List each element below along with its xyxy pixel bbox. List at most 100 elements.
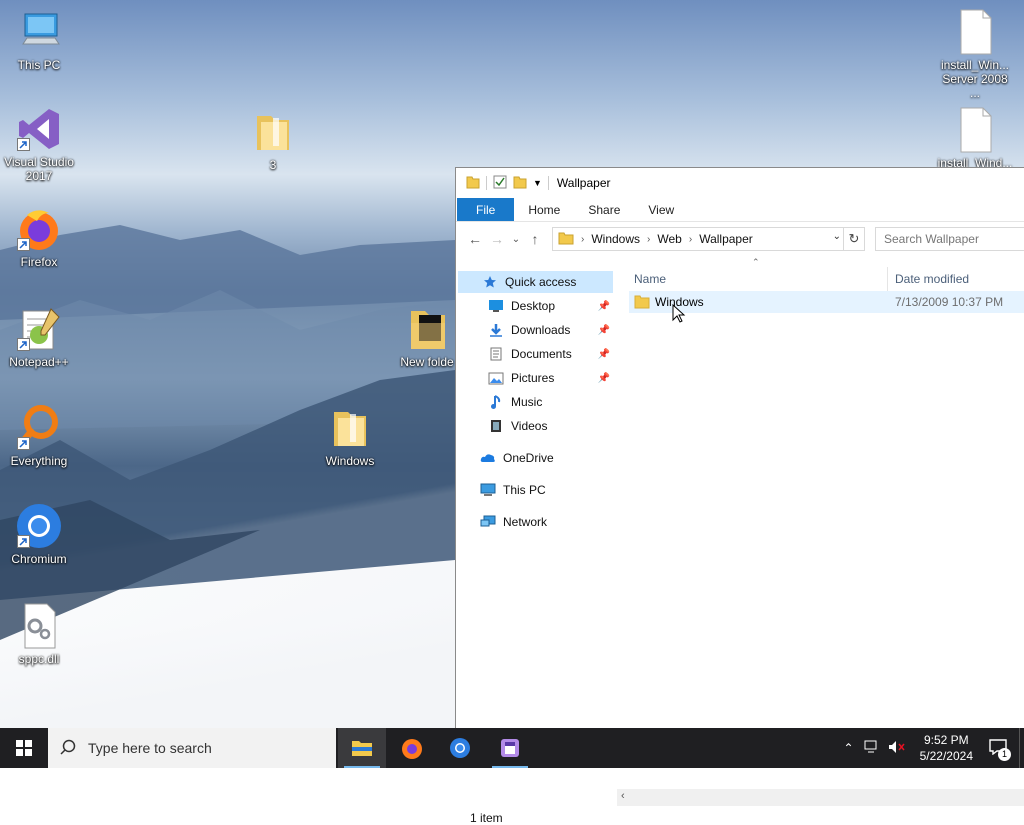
explorer-body: Quick access Desktop 📌 Downloads 📌 Docum… bbox=[456, 257, 1024, 825]
recent-locations-button[interactable]: ⌄ bbox=[508, 228, 524, 250]
app-icon bbox=[501, 739, 519, 757]
column-header-label: Name bbox=[634, 272, 667, 286]
nav-item-documents[interactable]: Documents 📌 bbox=[488, 343, 610, 365]
document-icon bbox=[488, 346, 504, 362]
file-list[interactable]: Name ⌃ Date modified Windows 7/13/2009 1… bbox=[617, 257, 1024, 697]
nav-item-network[interactable]: Network bbox=[480, 511, 610, 533]
desktop-icon-everything[interactable]: Everything bbox=[0, 404, 78, 468]
file-explorer-window[interactable]: ▼ Wallpaper File Home Share View ← → ⌄ ↑… bbox=[455, 167, 1024, 825]
network-icon[interactable] bbox=[864, 740, 880, 757]
breadcrumb-separator-icon: › bbox=[688, 233, 693, 245]
shortcut-arrow-icon bbox=[17, 437, 30, 450]
desktop-icon-label: install_Win... Server 2008 ... bbox=[940, 58, 1010, 100]
speaker-muted-icon[interactable] bbox=[888, 740, 906, 757]
nav-item-onedrive[interactable]: OneDrive bbox=[480, 447, 610, 469]
table-row[interactable]: Windows 7/13/2009 10:37 PM bbox=[629, 291, 1024, 313]
nav-item-pictures[interactable]: Pictures 📌 bbox=[488, 367, 610, 389]
nav-item-quick-access[interactable]: Quick access bbox=[458, 271, 613, 293]
notification-center-button[interactable]: 1 bbox=[989, 738, 1011, 761]
everything-search-icon bbox=[15, 404, 63, 452]
pictures-icon bbox=[488, 370, 504, 386]
folder-icon bbox=[326, 404, 374, 452]
new-folder-icon[interactable] bbox=[513, 175, 527, 192]
pin-icon: 📌 bbox=[597, 300, 610, 312]
tab-home[interactable]: Home bbox=[514, 198, 574, 221]
breadcrumb-item[interactable]: Windows bbox=[591, 232, 640, 246]
desktop-icon-firefox[interactable]: Firefox bbox=[0, 205, 78, 269]
folder-icon bbox=[249, 108, 297, 156]
chevron-down-icon[interactable]: ▼ bbox=[533, 178, 542, 188]
nav-item-label: Documents bbox=[511, 347, 572, 361]
notepadpp-icon bbox=[15, 305, 63, 353]
taskbar-app-firefox[interactable] bbox=[388, 728, 436, 768]
nav-item-downloads[interactable]: Downloads 📌 bbox=[488, 319, 610, 341]
desktop-icon-label: Chromium bbox=[11, 552, 67, 566]
address-bar[interactable]: › Windows › Web › Wallpaper ⌄ bbox=[552, 227, 844, 251]
up-button[interactable]: ↑ bbox=[524, 228, 546, 250]
show-hidden-icons-chevron-up-icon[interactable]: ⌃ bbox=[844, 741, 854, 755]
desktop-icon-label: 3 bbox=[269, 158, 277, 172]
star-icon bbox=[482, 274, 498, 290]
taskbar-app-chromium[interactable] bbox=[436, 728, 484, 768]
taskbar-search-input[interactable]: Type here to search bbox=[48, 728, 336, 768]
divider bbox=[547, 176, 549, 190]
column-divider[interactable] bbox=[887, 267, 888, 291]
show-desktop-button[interactable] bbox=[1019, 728, 1024, 768]
scroll-left-icon[interactable]: ‹ bbox=[621, 790, 625, 802]
tab-view[interactable]: View bbox=[634, 198, 688, 221]
taskbar-app-file-explorer[interactable] bbox=[338, 728, 386, 768]
clock-date: 5/22/2024 bbox=[919, 749, 973, 763]
desktop-icon-this-pc[interactable]: This PC bbox=[0, 8, 78, 72]
breadcrumb-separator-icon: › bbox=[581, 233, 585, 245]
desktop-icon-chromium[interactable]: Chromium bbox=[0, 502, 78, 566]
firefox-icon bbox=[402, 739, 422, 759]
horizontal-scrollbar[interactable]: ‹ bbox=[617, 789, 1024, 806]
desktop-icon-install-wind[interactable]: install_Wind... bbox=[936, 106, 1014, 170]
desktop-icon-install-win-server[interactable]: install_Win... Server 2008 ... bbox=[936, 8, 1014, 100]
taskbar-app-pinned[interactable] bbox=[486, 728, 534, 768]
refresh-button[interactable]: ↻ bbox=[844, 227, 865, 251]
mouse-cursor-icon bbox=[672, 304, 686, 323]
ribbon-tabs: File Home Share View bbox=[456, 198, 1024, 222]
chevron-down-icon[interactable]: ⌄ bbox=[833, 231, 841, 242]
properties-icon[interactable] bbox=[493, 175, 507, 192]
desktop-icon-label: sppc.dll bbox=[18, 652, 60, 666]
folder-icon[interactable] bbox=[466, 175, 480, 192]
pin-icon: 📌 bbox=[597, 372, 610, 384]
dll-file-icon bbox=[15, 602, 63, 650]
column-header-name[interactable]: Name bbox=[634, 267, 666, 291]
desktop-icon-notepadpp[interactable]: Notepad++ bbox=[0, 305, 78, 369]
back-button[interactable]: ← bbox=[464, 228, 486, 250]
desktop-icon-label: Windows bbox=[325, 454, 375, 468]
title-bar[interactable]: ▼ Wallpaper bbox=[456, 168, 1024, 198]
nav-item-desktop[interactable]: Desktop 📌 bbox=[488, 295, 610, 317]
divider bbox=[486, 176, 487, 190]
desktop-icon-sppc-dll[interactable]: sppc.dll bbox=[0, 602, 78, 666]
pin-icon: 📌 bbox=[597, 348, 610, 360]
breadcrumb-item[interactable]: Web bbox=[657, 232, 681, 246]
start-button[interactable] bbox=[0, 728, 48, 768]
taskbar: Type here to search ⌃ 9:52 PM 5/22/2024 … bbox=[0, 728, 1024, 768]
nav-item-this-pc[interactable]: This PC bbox=[480, 479, 610, 501]
search-icon bbox=[60, 739, 76, 758]
column-header-date-modified[interactable]: Date modified bbox=[895, 267, 969, 291]
column-header-label: Date modified bbox=[895, 272, 970, 286]
nav-item-label: This PC bbox=[503, 483, 546, 497]
tab-file[interactable]: File bbox=[457, 198, 515, 221]
nav-item-videos[interactable]: Videos bbox=[488, 415, 610, 437]
desktop-icon-folder-3[interactable]: 3 bbox=[234, 108, 312, 172]
desktop-icon-visual-studio[interactable]: Visual Studio 2017 bbox=[0, 105, 78, 183]
search-input[interactable]: Search Wallpaper bbox=[875, 227, 1024, 251]
desktop-icon-windows-folder[interactable]: Windows bbox=[311, 404, 389, 468]
refresh-icon: ↻ bbox=[848, 231, 860, 246]
pin-icon: 📌 bbox=[597, 324, 610, 336]
clock-time: 9:52 PM bbox=[923, 733, 969, 747]
forward-button[interactable]: → bbox=[486, 228, 508, 250]
windows-logo-icon bbox=[16, 740, 32, 756]
desktop-icon-label: Everything bbox=[10, 454, 68, 468]
nav-item-music[interactable]: Music bbox=[488, 391, 610, 413]
tab-share[interactable]: Share bbox=[574, 198, 634, 221]
desktop-icon bbox=[488, 298, 504, 314]
clock[interactable]: 9:52 PM 5/22/2024 bbox=[920, 732, 973, 764]
breadcrumb-item[interactable]: Wallpaper bbox=[699, 232, 753, 246]
